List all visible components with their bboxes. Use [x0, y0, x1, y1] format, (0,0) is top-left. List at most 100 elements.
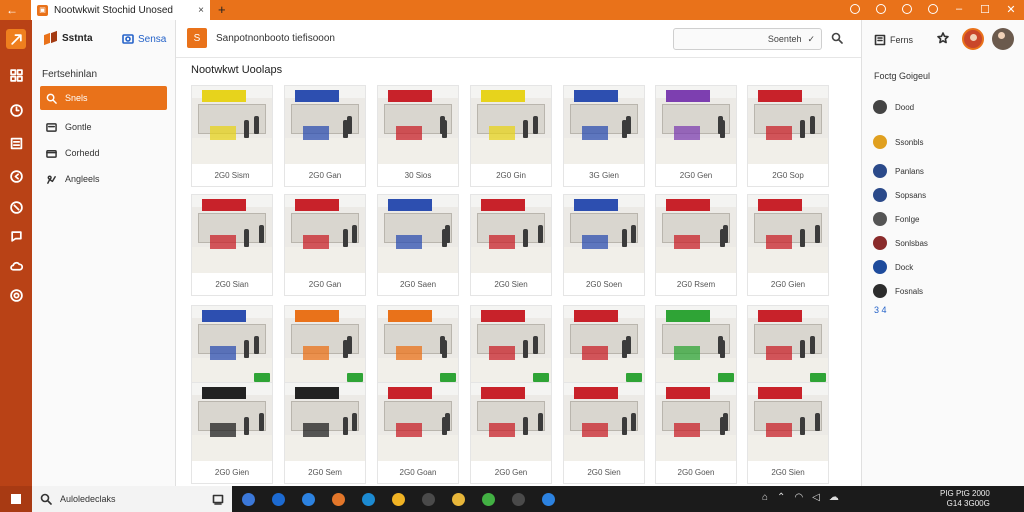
store-card[interactable]: 2G0 Gen	[655, 85, 737, 187]
store-photo	[748, 306, 828, 384]
settings-icon[interactable]	[7, 286, 25, 304]
list-icon[interactable]	[7, 134, 25, 152]
store-card[interactable]: 2G0 Sien	[747, 382, 829, 484]
search-input[interactable]: Soenteh ✓	[673, 28, 822, 50]
cloud-icon[interactable]: ☁	[829, 492, 839, 503]
chat-icon[interactable]	[7, 227, 25, 245]
cloud-icon[interactable]	[7, 257, 25, 275]
network-icon[interactable]: ⌂	[762, 492, 768, 503]
store-photo	[192, 383, 272, 461]
panel-item[interactable]: Ssonbls	[873, 135, 923, 149]
panel-item[interactable]: Sopsans	[873, 188, 926, 202]
sync-icon[interactable]	[874, 2, 888, 16]
history-icon[interactable]	[7, 198, 25, 216]
store-card[interactable]	[191, 305, 273, 385]
taskbar-app-2[interactable]	[298, 489, 318, 509]
store-card[interactable]: 2G0 Gin	[470, 85, 552, 187]
store-photo	[656, 86, 736, 164]
panel-item[interactable]: Fonlge	[873, 212, 919, 226]
sidebar-item-search[interactable]: Snels	[40, 86, 167, 110]
task-view-icon[interactable]	[212, 493, 224, 505]
store-card[interactable]	[470, 305, 552, 385]
store-card[interactable]: 2G0 Rsem	[655, 194, 737, 296]
app-icon	[301, 492, 315, 506]
taskbar-app-5[interactable]	[388, 489, 408, 509]
clock-icon[interactable]	[7, 101, 25, 119]
star-icon[interactable]	[937, 32, 949, 47]
store-card[interactable]	[377, 305, 459, 385]
panel-item[interactable]: Dock	[873, 260, 913, 274]
store-card[interactable]: 30 Sios	[377, 85, 459, 187]
taskbar-app-6[interactable]	[418, 489, 438, 509]
taskbar-app-9[interactable]	[508, 489, 528, 509]
panel-item[interactable]: Panlans	[873, 164, 924, 178]
sidebar-heading: Fertsehinlan	[42, 69, 98, 80]
close-tab-button[interactable]: ×	[198, 5, 204, 16]
store-card[interactable]: 3G Gien	[563, 85, 645, 187]
profile-icon[interactable]	[848, 2, 862, 16]
store-card[interactable]: 2G0 Sem	[284, 382, 366, 484]
store-card[interactable]: 2G0 Sien	[563, 382, 645, 484]
panel-item[interactable]: Fosnals	[873, 284, 923, 298]
store-card[interactable]: 2G0 Sien	[470, 194, 552, 296]
panel-item[interactable]: Dood	[873, 100, 914, 114]
clock[interactable]: PIG PtG 2000 G14 3G00G	[940, 489, 990, 509]
windows-icon	[11, 494, 21, 504]
maximize-button[interactable]: ☐	[978, 2, 992, 16]
panel-item[interactable]: Sonlsbas	[873, 236, 928, 250]
taskbar-app-0[interactable]	[238, 489, 258, 509]
store-card[interactable]: 2G0 Gien	[747, 194, 829, 296]
taskbar-app-10[interactable]	[538, 489, 558, 509]
taskbar-app-1[interactable]	[268, 489, 288, 509]
card-caption: 2G0 Goan	[399, 467, 437, 477]
start-button[interactable]	[0, 486, 32, 512]
favorites-button[interactable]: Ferns	[874, 34, 913, 46]
store-card[interactable]: 2G0 Goan	[377, 382, 459, 484]
store-card[interactable]: 2G0 Sop	[747, 85, 829, 187]
store-card[interactable]: 2G0 Gen	[470, 382, 552, 484]
store-photo	[378, 383, 458, 461]
brand[interactable]: Sstnta	[44, 32, 93, 45]
store-card[interactable]	[563, 305, 645, 385]
store-card[interactable]	[655, 305, 737, 385]
card-caption: 2G0 Gan	[308, 170, 342, 180]
extension-icon[interactable]	[900, 2, 914, 16]
chevron-up-icon[interactable]: ⌃	[777, 492, 785, 503]
avatar[interactable]	[992, 28, 1014, 50]
store-card[interactable]: 2G0 Sism	[191, 85, 273, 187]
sidebar-item-people[interactable]: Angleels	[40, 167, 167, 191]
app-icon	[873, 236, 887, 250]
store-card[interactable]: 2G0 Gan	[284, 85, 366, 187]
taskbar-search[interactable]: Auloledeclaks	[32, 486, 232, 512]
store-card[interactable]: 2G0 Goen	[655, 382, 737, 484]
volume-icon[interactable]: ◁	[812, 492, 820, 503]
store-card[interactable]	[284, 305, 366, 385]
store-card[interactable]: 2G0 Sian	[191, 194, 273, 296]
taskbar-app-4[interactable]	[358, 489, 378, 509]
wifi-icon[interactable]: ◠	[794, 492, 803, 503]
sidebar-item-folders[interactable]: Corhedd	[40, 141, 167, 165]
store-card[interactable]: 2G0 Soen	[563, 194, 645, 296]
sidebar-item-images[interactable]: Gontle	[40, 115, 167, 139]
search-button[interactable]	[831, 32, 843, 47]
taskbar-app-3[interactable]	[328, 489, 348, 509]
settings-icon[interactable]	[926, 2, 940, 16]
store-card[interactable]	[747, 305, 829, 385]
sidebar-search-button[interactable]: Sensa	[122, 33, 166, 45]
close-window-button[interactable]: ✕	[1004, 2, 1018, 16]
grid-icon[interactable]	[7, 66, 25, 84]
browser-tab[interactable]: ▣ Nootwkwit Stochid Unosed ×	[31, 0, 210, 20]
store-card[interactable]: 2G0 Gien	[191, 382, 273, 484]
home-icon[interactable]	[6, 29, 26, 49]
taskbar-app-7[interactable]	[448, 489, 468, 509]
minimize-button[interactable]: –	[952, 2, 966, 16]
avatar[interactable]	[962, 28, 984, 50]
taskbar-app-8[interactable]	[478, 489, 498, 509]
store-card[interactable]: 2G0 Saen	[377, 194, 459, 296]
new-tab-button[interactable]: +	[218, 2, 226, 17]
tab-title: Nootwkwit Stochid Unosed	[54, 4, 173, 16]
main-content: Nootwkwt Uoolaps 2G0 Sism 2G0 Gan 30 Sios 2…	[176, 58, 861, 486]
back-button[interactable]: ←	[6, 3, 18, 17]
store-card[interactable]: 2G0 Gan	[284, 194, 366, 296]
compass-icon[interactable]	[7, 167, 25, 185]
